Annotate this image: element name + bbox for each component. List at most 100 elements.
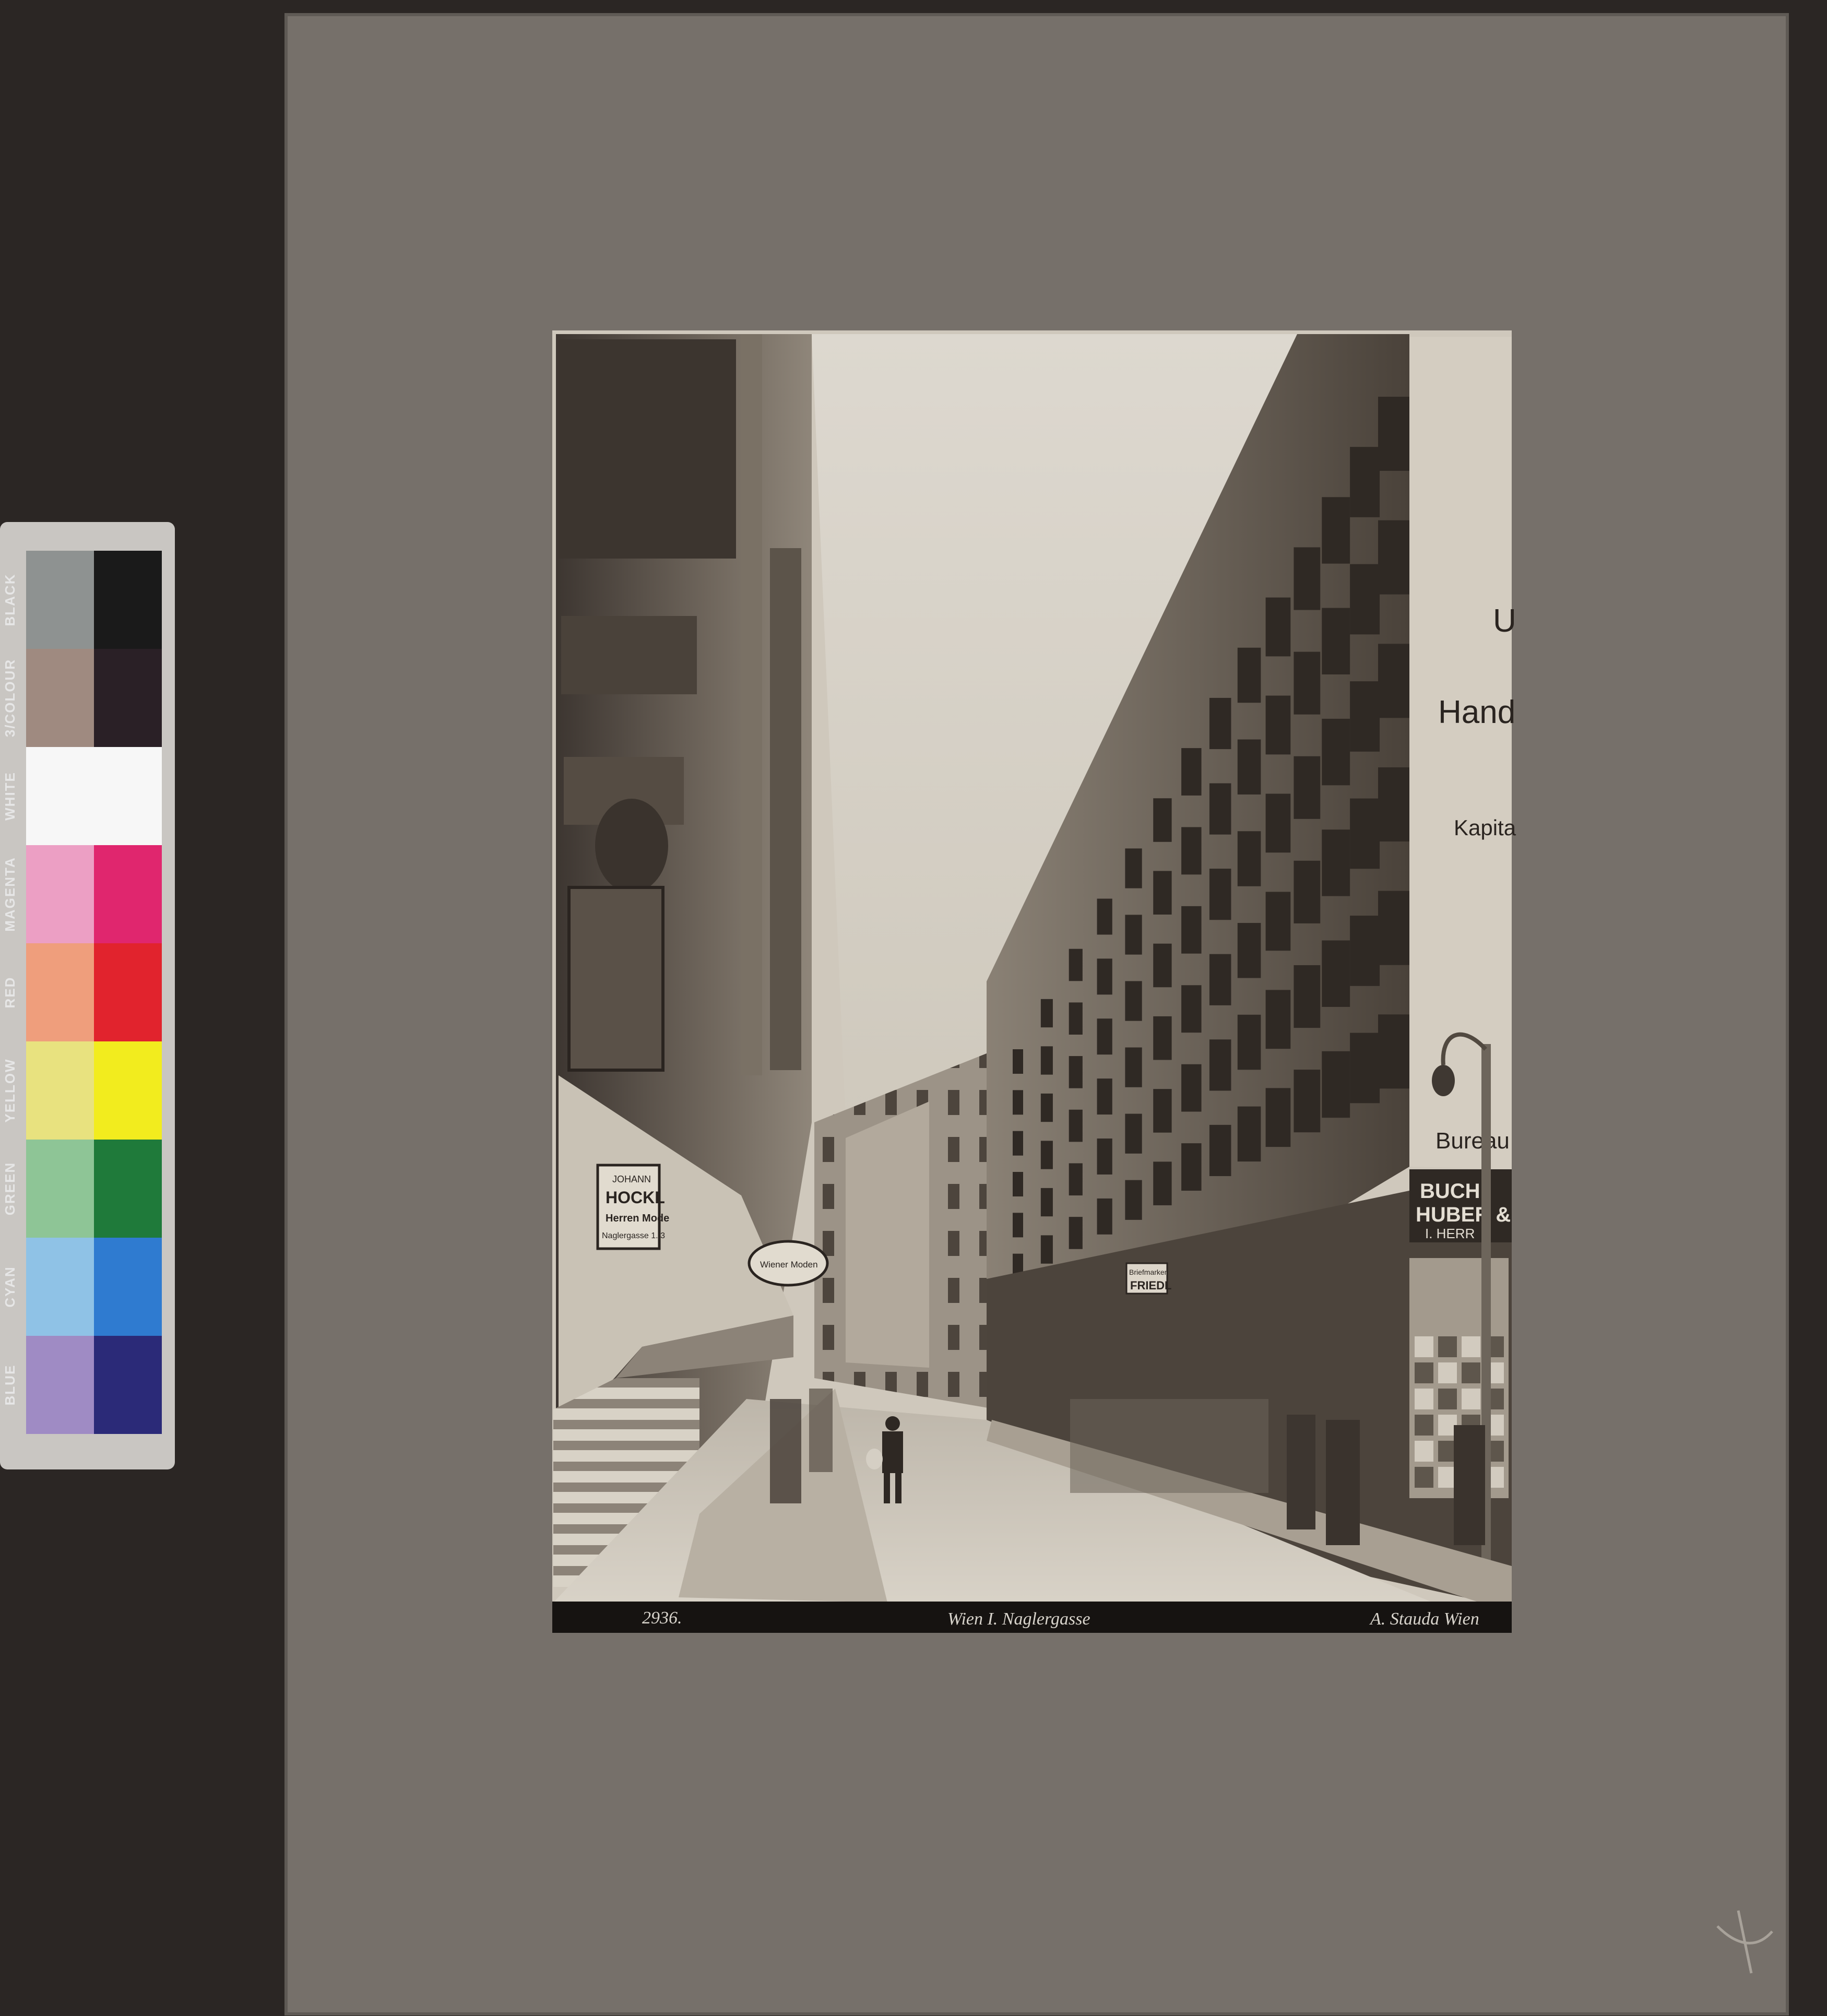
color-patch (94, 551, 162, 649)
building-window (1237, 923, 1261, 978)
color-patch (94, 649, 162, 747)
building-window (1209, 783, 1231, 835)
distant-facade (846, 1101, 929, 1368)
huber-sign-line2: HUBER & (1416, 1203, 1511, 1226)
color-chart-label: BLACK (2, 574, 18, 626)
color-patch (26, 845, 94, 943)
color-control-chart: BLACK 3/COLOUR WHITE MAGENTA RED YELLOW GREEN C… (0, 522, 175, 1469)
postcard (1462, 1389, 1480, 1409)
building-window (1350, 916, 1380, 986)
color-patch (26, 747, 94, 845)
color-chart-label: YELLOW (2, 1058, 18, 1122)
postcard (1415, 1467, 1433, 1488)
color-patch (94, 1140, 162, 1238)
building-window (1153, 1089, 1172, 1133)
hockl-sign-line2: HOCKL (606, 1188, 665, 1207)
hockl-sign-line4: Naglergasse 1. 3 (602, 1231, 665, 1240)
building-window (1294, 1070, 1321, 1133)
building-window (1350, 564, 1380, 635)
building-window (1265, 892, 1291, 951)
building-window (1209, 697, 1231, 750)
building-window (1013, 1213, 1023, 1238)
hockl-hat-sign: JOHANN HOCKL Herren Mode Naglergasse 1. … (596, 1164, 669, 1250)
building-window (1265, 695, 1291, 755)
building-window (1040, 1046, 1053, 1075)
color-patch (26, 1140, 94, 1238)
building-window (1069, 1217, 1083, 1249)
building-window (1209, 954, 1231, 1005)
postcard (1415, 1441, 1433, 1462)
building-window (1322, 940, 1350, 1007)
building-window (1153, 943, 1172, 988)
building-window (1181, 985, 1202, 1033)
building-window (1237, 647, 1261, 703)
building-window (1125, 848, 1142, 888)
corner-text-u: U (1493, 603, 1516, 639)
building-window (1237, 1106, 1261, 1162)
building-window (1069, 1002, 1083, 1035)
building-window (1294, 547, 1321, 610)
postcard (1415, 1415, 1433, 1436)
color-chart-label: GREEN (2, 1162, 18, 1215)
building-window (1097, 1018, 1112, 1055)
oval-sign-text: Wiener Moden (760, 1260, 818, 1270)
color-patch (26, 551, 94, 649)
building-window (1265, 793, 1291, 853)
building-window (1322, 718, 1350, 786)
building-window (1097, 1198, 1112, 1235)
color-patch (26, 649, 94, 747)
building-window (1153, 798, 1172, 842)
building-window (1209, 869, 1231, 920)
postcard (1462, 1336, 1480, 1357)
friedl-sign-line2: FRIEDL (1130, 1279, 1171, 1292)
building-window (1040, 1235, 1053, 1264)
building-window (1153, 1161, 1172, 1205)
building-window (1013, 1131, 1023, 1156)
photo-title: Wien I. Naglergasse (947, 1609, 1090, 1629)
building-window (1350, 1033, 1380, 1104)
building-window (1209, 1039, 1231, 1091)
building-window (1125, 1047, 1142, 1087)
color-patch-grid (26, 551, 162, 1434)
corner-text-kapita: Kapita (1454, 815, 1516, 840)
building-window (1322, 829, 1350, 896)
color-chart-label: MAGENTA (2, 857, 18, 932)
building-window (1378, 520, 1409, 595)
building-window (1125, 915, 1142, 955)
building-window (1378, 1014, 1409, 1089)
building-window (1040, 1141, 1053, 1169)
archive-scan: BLACK 3/COLOUR WHITE MAGENTA RED YELLOW GREEN C… (0, 0, 1827, 2016)
color-patch (94, 845, 162, 943)
color-patch (94, 747, 162, 845)
building-window (1153, 871, 1172, 915)
building-window (1237, 739, 1261, 794)
building-window (1097, 958, 1112, 995)
building-window (1069, 948, 1083, 981)
street-photograph: U Hand Kapita Bureau BUCH HUBER & I. HER… (552, 330, 1516, 1633)
building-window (1040, 1188, 1053, 1217)
color-patch (94, 1336, 162, 1434)
building-window (1237, 1014, 1261, 1070)
building-window (1181, 1064, 1202, 1112)
color-chart-label: CYAN (2, 1266, 18, 1307)
color-chart-labels: BLACK 3/COLOUR WHITE MAGENTA RED YELLOW GREEN C… (2, 574, 18, 1406)
building-window (1209, 1124, 1231, 1177)
building-window (1069, 1056, 1083, 1088)
building-window (1322, 608, 1350, 674)
pedestrian-left-2 (809, 1389, 833, 1472)
building-window (1013, 1049, 1023, 1074)
building-window (1040, 999, 1053, 1028)
postcard (1415, 1389, 1433, 1409)
building-window (1013, 1090, 1023, 1115)
friedl-sign-line1: Briefmarken (1129, 1268, 1168, 1276)
building-window (1322, 497, 1350, 564)
pedestrian-right-1 (1287, 1415, 1315, 1529)
photographer-credit: A. Stauda Wien (1369, 1609, 1479, 1629)
blurred-crowd (1070, 1399, 1268, 1493)
color-patch (26, 1336, 94, 1434)
postcard (1438, 1362, 1457, 1383)
building-window (1040, 1093, 1053, 1122)
hockl-sign-line1: JOHANN (612, 1174, 651, 1184)
postcard (1415, 1362, 1433, 1383)
pedestrian-left-1 (770, 1399, 801, 1503)
